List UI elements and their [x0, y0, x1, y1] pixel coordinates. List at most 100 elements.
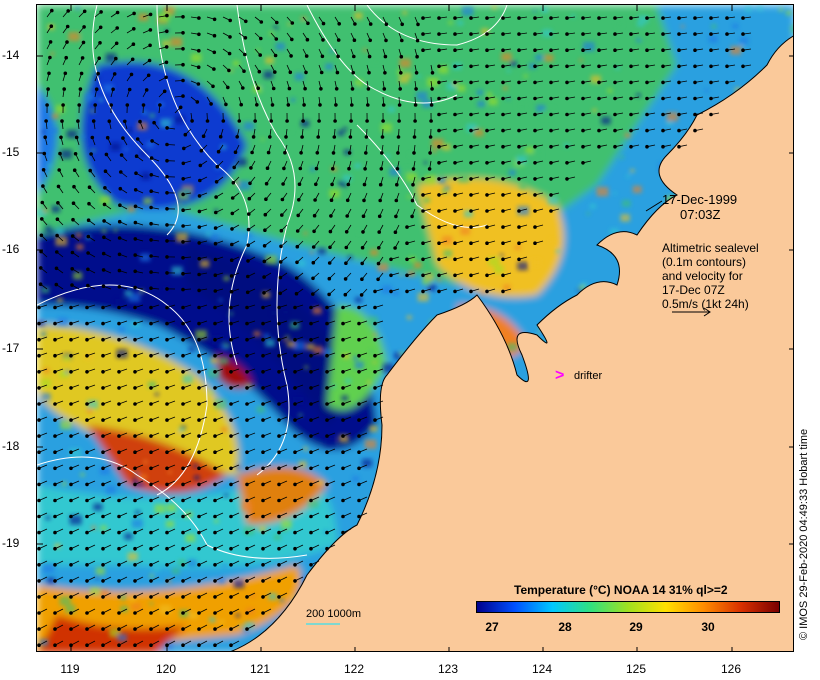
velocity-arrow-head [517, 161, 521, 165]
velocity-arrow-head [133, 611, 137, 615]
velocity-arrow-head [399, 54, 404, 59]
velocity-arrow-head [40, 217, 44, 221]
velocity-arrow-head [148, 43, 152, 48]
velocity-arrow-head [485, 225, 489, 229]
velocity-arrow-head [384, 22, 389, 27]
velocity-arrow-head [399, 71, 403, 75]
velocity-arrow-head [53, 321, 57, 326]
velocity-arrow-head [246, 227, 251, 232]
velocity-arrow-head [80, 56, 85, 60]
velocity-arrow-head [70, 283, 74, 287]
velocity-arrow-head [37, 321, 41, 326]
velocity-arrow-head [437, 48, 441, 53]
velocity-arrow-head [397, 119, 401, 123]
velocity-arrow-head [325, 418, 329, 422]
velocity-arrow-head [37, 370, 41, 374]
velocity-arrow-head [101, 251, 106, 256]
velocity-arrow-head [72, 184, 76, 189]
velocity-arrow-head [213, 514, 217, 519]
velocity-arrow-head [437, 273, 441, 278]
velocity-arrow-head [677, 96, 681, 101]
velocity-arrow-head [117, 236, 122, 240]
velocity-arrow-head [149, 305, 153, 310]
velocity-arrow-head [501, 209, 505, 213]
velocity-arrow-head [233, 150, 238, 154]
velocity-arrow-head [469, 80, 473, 85]
velocity-arrow-head [181, 353, 185, 358]
velocity-arrow-head [309, 353, 313, 358]
velocity-arrow-head [549, 16, 553, 20]
velocity-arrow-head [181, 15, 185, 19]
velocity-arrow-head [549, 193, 553, 197]
velocity-arrow-head [227, 51, 232, 56]
velocity-arrow-head [251, 135, 256, 139]
velocity-arrow-head [149, 579, 153, 583]
velocity-arrow-head [293, 434, 297, 438]
velocity-arrow-head [197, 272, 201, 277]
velocity-arrow-head [348, 135, 353, 139]
velocity-arrow-head [485, 177, 489, 181]
velocity-arrow-head [581, 32, 585, 36]
velocity-arrow-head [277, 579, 281, 583]
velocity-arrow-head [53, 337, 57, 342]
velocity-arrow-head [127, 87, 132, 92]
velocity-arrow-head [182, 146, 186, 151]
velocity-arrow-head [485, 112, 489, 117]
velocity-arrow-head [312, 213, 317, 218]
velocity-arrow-head [149, 498, 153, 503]
velocity-arrow-head [261, 418, 265, 422]
velocity-arrow-head [85, 353, 89, 358]
velocity-arrow-head [485, 48, 489, 53]
velocity-arrow-head [693, 64, 697, 69]
velocity-arrow-head [64, 55, 69, 60]
velocity-arrow-head [261, 386, 265, 390]
velocity-arrow-head [117, 466, 121, 471]
velocity-arrow-head [341, 466, 345, 471]
velocity-arrow-head [380, 151, 384, 155]
velocity-arrow-head [377, 214, 382, 219]
velocity-arrow-head [181, 161, 186, 166]
velocity-arrow-head [364, 135, 369, 139]
velocity-arrow-head [305, 37, 310, 42]
velocity-arrow-head [421, 177, 425, 181]
velocity-arrow-head [629, 144, 633, 149]
velocity-arrow-head [533, 177, 537, 181]
velocity-arrow-head [214, 180, 219, 184]
velocity-arrow-head [373, 321, 377, 326]
velocity-arrow-head [134, 154, 139, 158]
velocity-arrow-head [229, 370, 233, 374]
velocity-arrow-head [501, 161, 505, 165]
velocity-arrow-head [37, 418, 41, 422]
velocity-arrow-head [53, 418, 57, 422]
velocity-arrow-head [453, 80, 457, 85]
velocity-arrow-head [597, 16, 601, 20]
velocity-arrow-head [395, 167, 400, 171]
velocity-arrow-head [165, 239, 169, 243]
velocity-arrow-head [214, 195, 218, 199]
velocity-arrow-head [677, 128, 681, 133]
velocity-arrow-head [117, 627, 121, 631]
velocity-arrow-head [281, 182, 285, 186]
velocity-arrow-head [53, 627, 57, 631]
velocity-arrow-head [237, 119, 242, 123]
velocity-arrow-head [181, 47, 185, 51]
velocity-arrow-head [86, 283, 90, 288]
velocity-arrow-head [85, 595, 89, 599]
velocity-arrow-head [37, 450, 41, 455]
velocity-arrow-head [437, 112, 441, 117]
velocity-arrow-head [245, 434, 249, 438]
velocity-arrow-head [485, 144, 489, 149]
velocity-arrow-head [437, 16, 441, 20]
velocity-arrow-head [309, 402, 313, 406]
velocity-arrow-head [46, 87, 50, 91]
velocity-arrow-head [181, 530, 185, 535]
velocity-arrow-head [123, 119, 127, 124]
velocity-arrow-head [197, 16, 201, 20]
velocity-arrow-head [229, 514, 233, 519]
velocity-arrow-head [501, 241, 505, 245]
velocity-arrow-head [316, 135, 321, 139]
velocity-arrow-head [133, 530, 137, 535]
velocity-arrow-head [229, 643, 233, 648]
velocity-arrow-head [81, 40, 86, 45]
velocity-arrow-head [165, 402, 169, 406]
